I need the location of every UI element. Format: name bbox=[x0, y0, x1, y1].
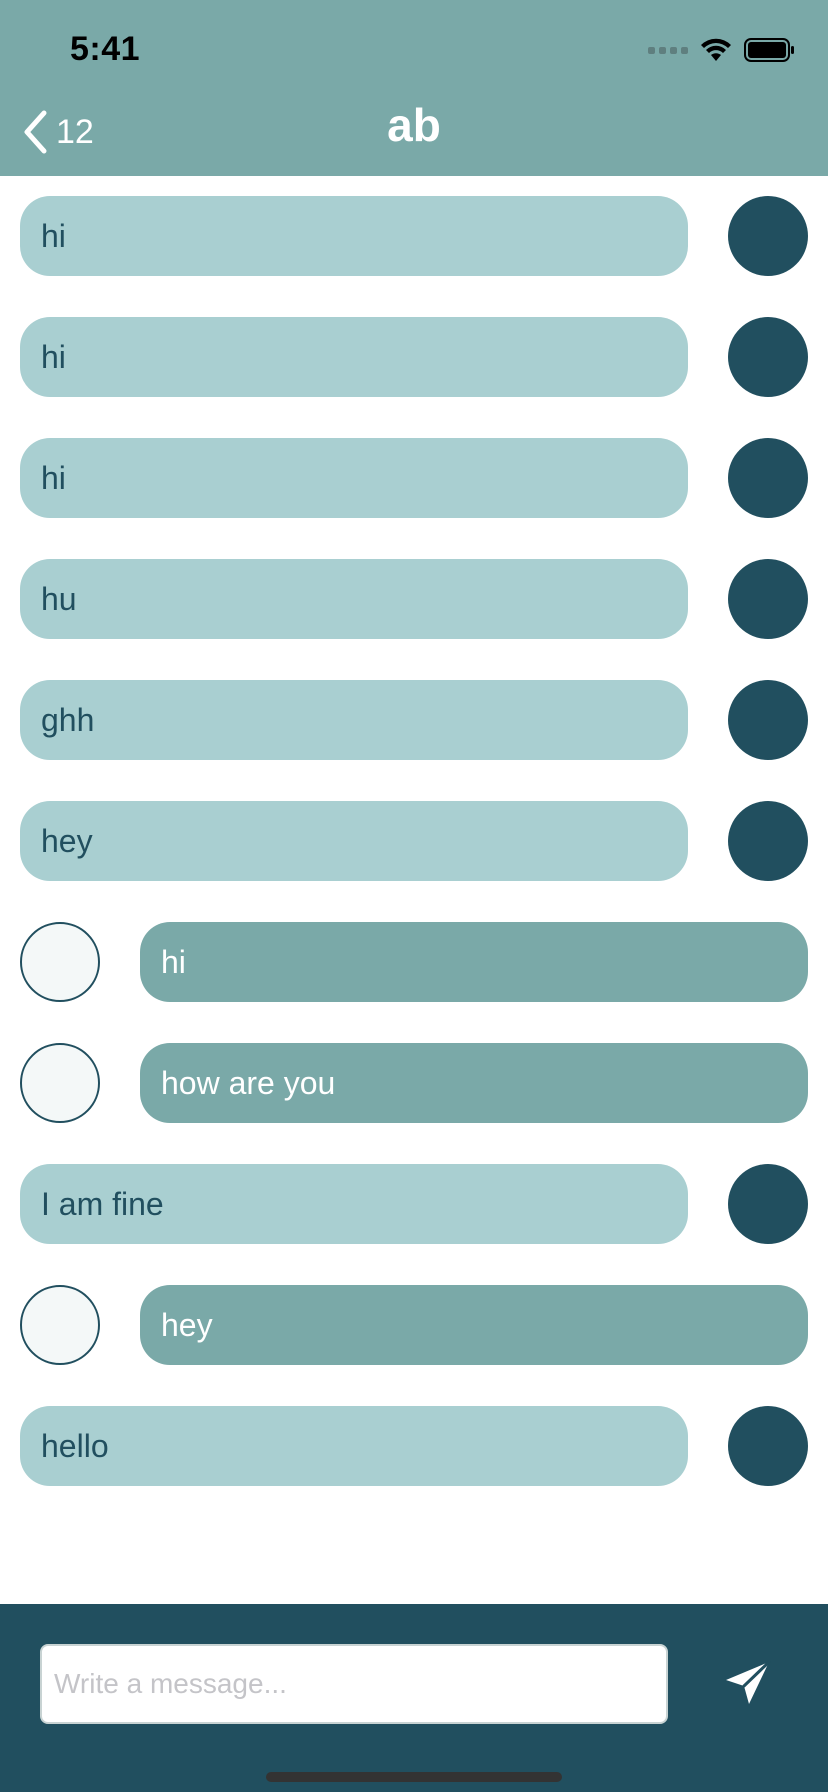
message-row: hu bbox=[0, 559, 828, 680]
nav-header: 5:41 12 ab bbox=[0, 0, 828, 176]
message-row: how are you bbox=[0, 1043, 828, 1164]
avatar[interactable] bbox=[20, 922, 100, 1002]
incoming-message-bubble[interactable]: hi bbox=[20, 196, 688, 276]
message-row: ghh bbox=[0, 680, 828, 801]
message-row: hey bbox=[0, 801, 828, 922]
avatar[interactable] bbox=[728, 1406, 808, 1486]
avatar[interactable] bbox=[728, 438, 808, 518]
avatar[interactable] bbox=[20, 1285, 100, 1365]
incoming-message-bubble[interactable]: hi bbox=[20, 438, 688, 518]
avatar[interactable] bbox=[728, 680, 808, 760]
incoming-message-bubble[interactable]: hello bbox=[20, 1406, 688, 1486]
avatar[interactable] bbox=[728, 559, 808, 639]
battery-icon bbox=[744, 38, 794, 62]
message-row: hey bbox=[0, 1285, 828, 1406]
status-time: 5:41 bbox=[70, 30, 141, 68]
home-indicator bbox=[266, 1772, 562, 1782]
page-title: ab bbox=[387, 99, 441, 151]
outgoing-message-bubble[interactable]: hi bbox=[140, 922, 808, 1002]
message-row: hi bbox=[0, 922, 828, 1043]
message-row: I am fine bbox=[0, 1164, 828, 1285]
avatar[interactable] bbox=[728, 801, 808, 881]
composer-bar bbox=[0, 1604, 828, 1792]
message-row: hi bbox=[0, 438, 828, 559]
status-icons bbox=[648, 36, 796, 64]
message-list[interactable]: hi hi hi hu ghh hey hi how are you I am … bbox=[0, 196, 828, 1527]
avatar[interactable] bbox=[728, 196, 808, 276]
message-row: hi bbox=[0, 196, 828, 317]
avatar[interactable] bbox=[728, 1164, 808, 1244]
outgoing-message-bubble[interactable]: how are you bbox=[140, 1043, 808, 1123]
wifi-icon bbox=[701, 38, 731, 61]
message-input[interactable] bbox=[40, 1644, 668, 1724]
incoming-message-bubble[interactable]: hu bbox=[20, 559, 688, 639]
avatar[interactable] bbox=[728, 317, 808, 397]
incoming-message-bubble[interactable]: hey bbox=[20, 801, 688, 881]
incoming-message-bubble[interactable]: hi bbox=[20, 317, 688, 397]
send-icon[interactable] bbox=[722, 1658, 774, 1710]
incoming-message-bubble[interactable]: ghh bbox=[20, 680, 688, 760]
avatar[interactable] bbox=[20, 1043, 100, 1123]
message-row: hello bbox=[0, 1406, 828, 1527]
cellular-signal-icon bbox=[648, 46, 688, 54]
outgoing-message-bubble[interactable]: hey bbox=[140, 1285, 808, 1365]
message-row: hi bbox=[0, 317, 828, 438]
incoming-message-bubble[interactable]: I am fine bbox=[20, 1164, 688, 1244]
